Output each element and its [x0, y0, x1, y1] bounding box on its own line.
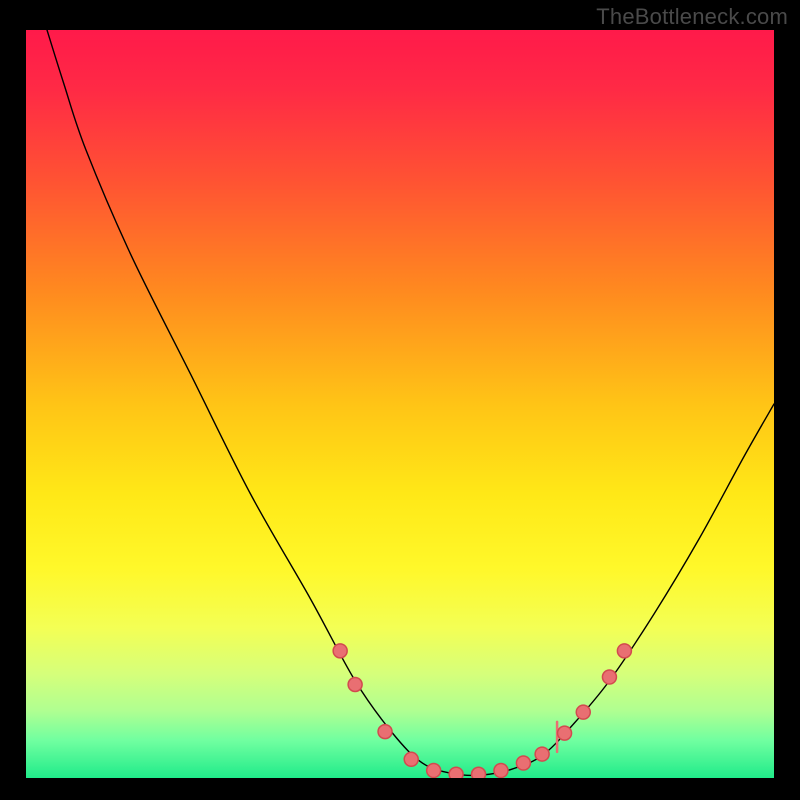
chart-background — [26, 30, 774, 778]
marker-dot — [516, 756, 530, 770]
marker-dot — [494, 764, 508, 778]
marker-dot — [427, 764, 441, 778]
marker-dot — [378, 725, 392, 739]
chart-svg — [26, 30, 774, 778]
marker-dot — [472, 767, 486, 778]
watermark-text: TheBottleneck.com — [596, 4, 788, 30]
plot-area — [26, 30, 774, 778]
marker-dot — [404, 752, 418, 766]
marker-dot — [576, 705, 590, 719]
marker-dot — [449, 767, 463, 778]
chart-frame: TheBottleneck.com — [0, 0, 800, 800]
marker-dot — [558, 726, 572, 740]
marker-dot — [617, 644, 631, 658]
marker-dot — [333, 644, 347, 658]
marker-dot — [535, 747, 549, 761]
marker-dot — [602, 670, 616, 684]
marker-dot — [348, 678, 362, 692]
